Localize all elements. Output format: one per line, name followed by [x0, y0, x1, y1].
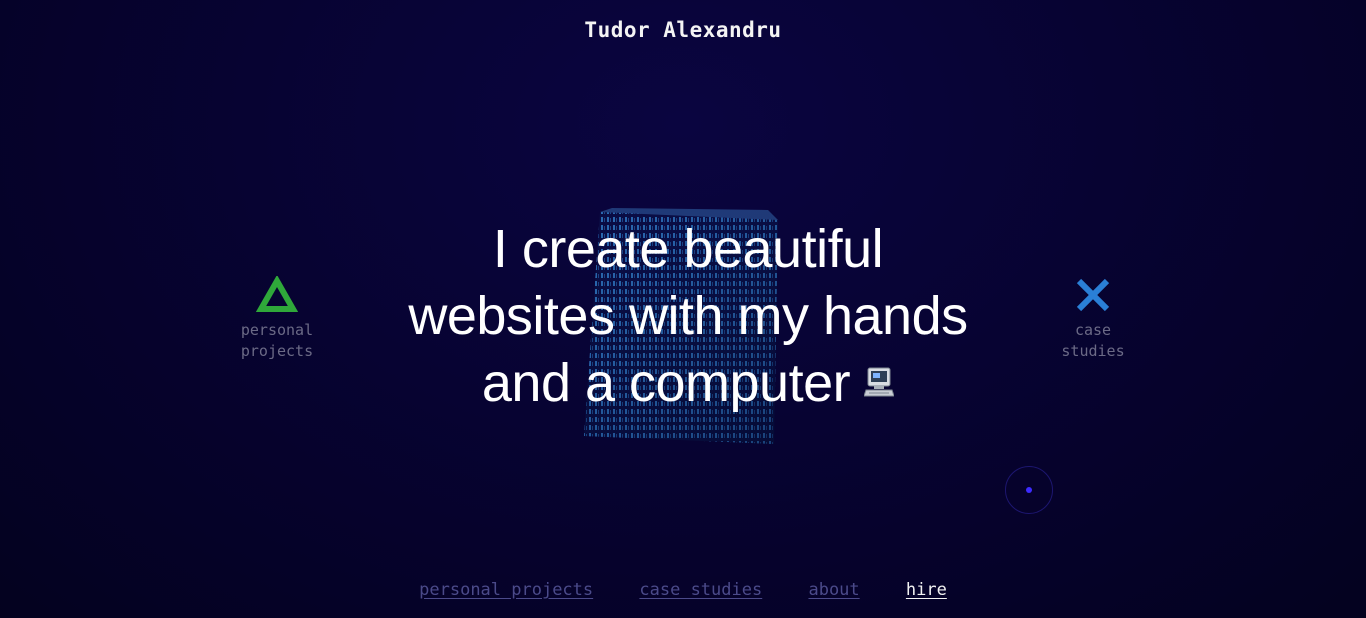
hero-line-3-text: and a computer	[481, 353, 851, 413]
side-link-case-studies[interactable]: case studies	[1043, 276, 1143, 362]
custom-cursor-ring	[1005, 466, 1053, 514]
side-link-label-line-2: studies	[1061, 342, 1125, 360]
nav-link-about[interactable]: about	[808, 580, 859, 600]
custom-cursor-dot	[1026, 487, 1032, 493]
side-link-label-line-1: case	[1074, 321, 1112, 339]
nav-link-case-studies[interactable]: case studies	[639, 580, 762, 600]
side-link-label-line-2: projects	[240, 342, 314, 360]
cross-icon	[1076, 278, 1110, 312]
triangle-icon	[256, 276, 298, 312]
nav-link-personal-projects[interactable]: personal projects	[419, 580, 593, 600]
side-link-label-line-1: personal	[240, 321, 314, 339]
hero-line-2: websites with my hands	[408, 286, 968, 346]
site-title[interactable]: Tudor Alexandru	[0, 18, 1366, 42]
bottom-nav: personal projects case studies about hir…	[0, 580, 1366, 600]
hero-line-3: and a computer	[383, 350, 993, 417]
side-link-personal-projects[interactable]: personal projects	[227, 276, 327, 362]
desktop-computer-icon	[864, 367, 895, 397]
hero-line-1: I create beautiful	[492, 219, 884, 279]
hero-headline: I create beautiful websites with my hand…	[383, 216, 993, 417]
nav-link-hire[interactable]: hire	[906, 580, 947, 600]
